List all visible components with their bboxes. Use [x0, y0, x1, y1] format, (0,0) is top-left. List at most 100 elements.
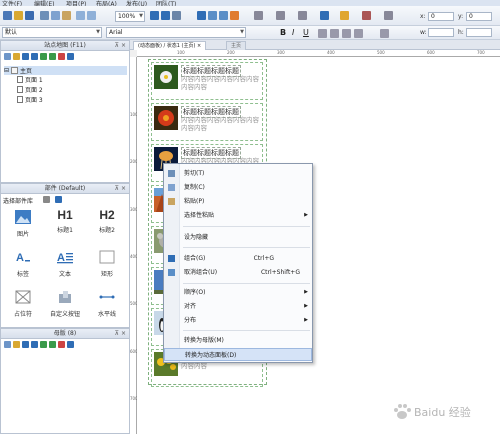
library-select[interactable]: 选择部件库 — [3, 196, 33, 205]
move-down-icon[interactable] — [31, 53, 38, 60]
redo-icon[interactable] — [87, 11, 96, 20]
tree-item-page2[interactable]: 页面 2 — [17, 85, 43, 94]
menu-item-convert-dynamic-panel[interactable]: 转换为动态面板(D) — [164, 348, 312, 361]
new-file-icon[interactable] — [3, 11, 12, 20]
collapse-icon[interactable]: ⊟ — [4, 67, 9, 74]
italic-button[interactable]: I — [292, 28, 294, 37]
menu-item-hide[interactable]: 设为隐藏 — [164, 231, 312, 244]
menu-item-cut[interactable]: 剪切(T) — [164, 167, 312, 180]
delete-icon[interactable] — [58, 341, 65, 348]
arrow-style-icon[interactable] — [298, 11, 307, 20]
widget-rectangle[interactable]: 矩形 — [87, 250, 127, 278]
crop-icon[interactable] — [172, 11, 181, 20]
font-select[interactable]: Arial ▼ — [106, 27, 246, 38]
add-folder-icon[interactable] — [13, 341, 20, 348]
open-folder-icon[interactable] — [14, 11, 23, 20]
card[interactable]: 标题标题标题标题 内容内容内容内容内容内容内容内容 — [151, 62, 263, 100]
text-color-icon[interactable] — [380, 29, 389, 38]
indent-icon[interactable] — [40, 53, 47, 60]
menu-item-distribute[interactable]: 分布 ▶ — [164, 314, 312, 327]
tab-dynamic-panel-state[interactable]: (动态面板) / 状态1 (主页) × — [133, 41, 207, 50]
widget-text[interactable]: A 文本 — [45, 250, 85, 278]
delete-icon[interactable] — [58, 53, 65, 60]
style-select[interactable]: 默认 ▼ — [2, 27, 102, 38]
ruler-label: 400 — [327, 50, 335, 55]
send-back-icon[interactable] — [219, 11, 228, 20]
search-icon[interactable] — [67, 341, 74, 348]
card-body[interactable]: 内容内容内容内容内容内容内容内容 — [181, 116, 263, 132]
opacity-icon[interactable] — [384, 11, 393, 20]
line-color-icon[interactable] — [340, 11, 349, 20]
menu-item-ungroup[interactable]: 取消组合(U) Ctrl+Shift+G — [164, 266, 312, 279]
ruler-label: 700 — [477, 50, 485, 55]
bold-button[interactable]: B — [280, 28, 286, 37]
w-input[interactable] — [428, 28, 454, 37]
widget-custom-button[interactable]: 自定义按钮 — [45, 290, 85, 318]
border-style-icon[interactable] — [254, 11, 263, 20]
cut-icon[interactable] — [40, 11, 49, 20]
menu-item-copy[interactable]: 复制(C) — [164, 181, 312, 194]
menu-item-paste[interactable]: 粘贴(P) — [164, 195, 312, 208]
bullet-list-icon[interactable] — [354, 29, 363, 38]
line-style-icon[interactable] — [276, 11, 285, 20]
search-icon[interactable] — [67, 53, 74, 60]
menu-item-label: 分布 — [184, 317, 197, 324]
x-input[interactable]: 0 — [428, 12, 454, 21]
card-body[interactable]: 内容内容 — [181, 362, 263, 370]
select-mode-icon[interactable] — [150, 11, 159, 20]
underline-button[interactable]: U — [303, 28, 309, 37]
menu-item-paste-special[interactable]: 选择性粘贴 ▶ — [164, 209, 312, 222]
close-icon[interactable]: × — [197, 43, 201, 49]
pin-icon[interactable]: ⊼ × — [115, 184, 126, 194]
align-icon[interactable] — [230, 11, 239, 20]
connector-icon[interactable] — [161, 11, 170, 20]
menu-item-order[interactable]: 顺序(O) ▶ — [164, 286, 312, 299]
menu-item-convert-master[interactable]: 转换为母版(M) — [164, 334, 312, 347]
outdent-icon[interactable] — [49, 53, 56, 60]
add-folder-icon[interactable] — [13, 53, 20, 60]
tree-root-home[interactable]: ⊟ 主页 — [4, 66, 127, 75]
align-center-icon[interactable] — [330, 29, 339, 38]
fill-color-icon[interactable] — [320, 11, 329, 20]
undo-icon[interactable] — [76, 11, 85, 20]
widget-image[interactable]: 图片 — [3, 210, 43, 238]
tab-home[interactable]: 主页 — [226, 41, 247, 50]
move-up-icon[interactable] — [22, 341, 29, 348]
group-icon[interactable] — [197, 11, 206, 20]
widget-label[interactable]: A 标签 — [3, 250, 43, 278]
pin-icon[interactable]: ⊼ × — [115, 329, 126, 339]
card[interactable]: 标题标题标题标题 内容内容内容内容内容内容内容内容 — [151, 103, 263, 141]
move-up-icon[interactable] — [22, 53, 29, 60]
bring-front-icon[interactable] — [208, 11, 217, 20]
h-input[interactable] — [466, 28, 492, 37]
widget-heading2[interactable]: H2 标题2 — [87, 208, 127, 234]
widget-placeholder[interactable]: 占位符 — [3, 290, 43, 318]
copy-icon[interactable] — [51, 11, 60, 20]
add-master-icon[interactable] — [4, 341, 11, 348]
widget-horizontal-line[interactable]: 水平线 — [87, 290, 127, 318]
card-body[interactable]: 内容内容内容内容内容内容内容内容 — [181, 75, 263, 91]
menu-item-align[interactable]: 对齐 ▶ — [164, 300, 312, 313]
shadow-icon[interactable] — [362, 11, 371, 20]
flower-image[interactable] — [154, 65, 178, 89]
sitemap-panel: 站点地图 (F11) ⊼ × ⊟ 主页 页面 1 页面 2 页面 3 — [0, 40, 130, 183]
zoom-select[interactable]: 100% ▼ — [115, 11, 145, 22]
menu-separator — [183, 247, 310, 248]
outdent-icon[interactable] — [49, 341, 56, 348]
y-input[interactable]: 0 — [466, 12, 492, 21]
menu-item-group[interactable]: 组合(G) Ctrl+G — [164, 252, 312, 265]
widget-heading1[interactable]: H1 标题1 — [45, 208, 85, 234]
align-right-icon[interactable] — [342, 29, 351, 38]
add-page-icon[interactable] — [4, 53, 11, 60]
flower-image[interactable] — [154, 106, 178, 130]
tree-item-page3[interactable]: 页面 3 — [17, 95, 43, 104]
move-down-icon[interactable] — [31, 341, 38, 348]
paste-icon[interactable] — [62, 11, 71, 20]
search-icon[interactable] — [55, 196, 62, 203]
save-icon[interactable] — [25, 11, 34, 20]
tree-item-page1[interactable]: 页面 1 — [17, 75, 43, 84]
align-left-icon[interactable] — [318, 29, 327, 38]
indent-icon[interactable] — [40, 341, 47, 348]
pin-icon[interactable]: ⊼ × — [115, 41, 126, 51]
menu-icon[interactable] — [43, 196, 50, 203]
